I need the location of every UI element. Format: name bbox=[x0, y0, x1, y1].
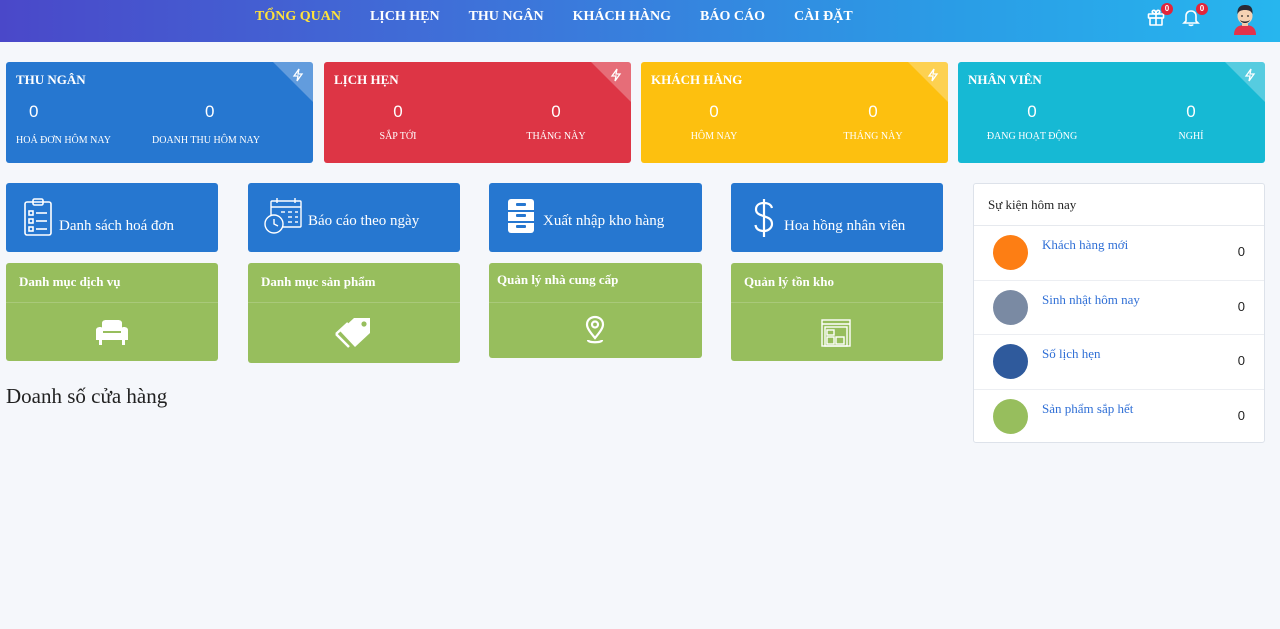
product-catalog-tile[interactable]: Danh mục sản phẩm bbox=[248, 263, 460, 363]
today-events-panel: Sự kiện hôm nay Khách hàng mới 0 Sinh nh… bbox=[973, 183, 1265, 443]
invoice-list-icon bbox=[24, 198, 52, 236]
notification-count-badge: 0 bbox=[1196, 3, 1208, 15]
bolt-icon bbox=[1244, 68, 1256, 82]
section-title-sales: Doanh số cửa hàng bbox=[6, 384, 168, 408]
stat-card-thu-ngan: THU NGÂN 0 HOÁ ĐƠN HÔM NAY 0 DOANH THU H… bbox=[6, 62, 313, 163]
event-count: 0 bbox=[1237, 353, 1245, 368]
event-count: 0 bbox=[1237, 244, 1245, 259]
event-row-appointments[interactable]: Số lịch hẹn 0 bbox=[974, 335, 1264, 390]
nav-item-lich-hen[interactable]: LỊCH HẸN bbox=[370, 9, 440, 25]
event-count: 0 bbox=[1237, 298, 1245, 314]
main-nav: TỔNG QUAN LỊCH HẸN THU NGÂN KHÁCH HÀNG B… bbox=[255, 0, 882, 34]
event-count: 0 bbox=[1237, 407, 1245, 423]
stat-value: 0 bbox=[29, 102, 39, 121]
events-panel-title: Sự kiện hôm nay bbox=[974, 184, 1264, 226]
warehouse-icon bbox=[821, 319, 851, 347]
user-avatar[interactable] bbox=[1231, 3, 1259, 35]
top-navbar: TỔNG QUAN LỊCH HẸN THU NGÂN KHÁCH HÀNG B… bbox=[0, 0, 1280, 42]
stat-value: 0 bbox=[551, 102, 561, 121]
stat-value: 0 bbox=[1027, 102, 1037, 121]
event-row-new-customers[interactable]: Khách hàng mới 0 bbox=[974, 226, 1264, 281]
shortcut-label: Báo cáo theo ngày bbox=[308, 213, 420, 229]
nav-item-khach-hang[interactable]: KHÁCH HÀNG bbox=[573, 9, 671, 25]
stat-value: 0 bbox=[205, 102, 215, 121]
stat-card-title: KHÁCH HÀNG bbox=[651, 72, 743, 87]
stat-label: ĐANG HOẠT ĐỘNG bbox=[986, 131, 1078, 142]
event-label: Sản phẩm sắp hết bbox=[1042, 400, 1134, 416]
event-row-low-stock[interactable]: Sản phẩm sắp hết 0 bbox=[974, 390, 1264, 445]
stat-card-khach-hang: KHÁCH HÀNG 0 HÔM NAY 0 THÁNG NÀY bbox=[641, 62, 948, 163]
map-pin-icon bbox=[585, 315, 605, 344]
cabinet-icon bbox=[508, 199, 534, 233]
event-row-birthdays[interactable]: Sinh nhật hôm nay 0 bbox=[974, 281, 1264, 335]
bolt-icon bbox=[610, 68, 622, 82]
stat-value: 0 bbox=[1186, 102, 1196, 121]
stat-label: HOÁ ĐƠN HÔM NAY bbox=[16, 135, 111, 146]
nav-item-thu-ngan[interactable]: THU NGÂN bbox=[469, 9, 544, 25]
avatar-icon bbox=[1234, 5, 1256, 35]
stat-label: THÁNG NÀY bbox=[526, 131, 586, 142]
inventory-io-button[interactable]: Xuất nhập kho hàng bbox=[489, 183, 702, 252]
gift-button[interactable]: 0 bbox=[1146, 3, 1173, 29]
service-catalog-tile[interactable]: Danh mục dịch vụ bbox=[6, 263, 218, 361]
calendar-clock-icon bbox=[264, 198, 302, 234]
sofa-icon bbox=[96, 320, 128, 345]
event-dot-orange bbox=[993, 235, 1028, 270]
tile-label: Danh mục dịch vụ bbox=[19, 274, 121, 289]
stat-value: 0 bbox=[393, 102, 403, 121]
stat-card-title: THU NGÂN bbox=[16, 72, 86, 87]
event-label: Sinh nhật hôm nay bbox=[1042, 291, 1140, 307]
shortcut-label: Hoa hồng nhân viên bbox=[784, 218, 906, 234]
stat-card-lich-hen: LỊCH HẸN 0 SẮP TỚI 0 THÁNG NÀY bbox=[324, 62, 631, 163]
stat-value: 0 bbox=[868, 102, 878, 121]
bolt-icon bbox=[927, 68, 939, 82]
stat-label: NGHỈ bbox=[1178, 131, 1204, 142]
stat-card-nhan-vien: NHÂN VIÊN 0 ĐANG HOẠT ĐỘNG 0 NGHỈ bbox=[958, 62, 1265, 163]
tile-label: Quản lý tồn kho bbox=[744, 274, 834, 289]
stat-value: 0 bbox=[709, 102, 719, 121]
bolt-icon bbox=[292, 68, 304, 82]
invoice-list-button[interactable]: Danh sách hoá đơn bbox=[6, 183, 218, 252]
event-label: Số lịch hẹn bbox=[1042, 346, 1101, 361]
staff-commission-button[interactable]: Hoa hồng nhân viên bbox=[731, 183, 943, 252]
stat-label: HÔM NAY bbox=[690, 131, 738, 142]
event-label: Khách hàng mới bbox=[1042, 237, 1129, 252]
supplier-management-tile[interactable]: Quản lý nhà cung cấp bbox=[489, 263, 702, 358]
dollar-icon bbox=[754, 199, 774, 237]
stat-label: SẮP TỚI bbox=[379, 131, 417, 142]
stat-card-title: LỊCH HẸN bbox=[334, 72, 399, 87]
notifications-button[interactable]: 0 bbox=[1181, 3, 1208, 29]
shortcut-label: Danh sách hoá đơn bbox=[59, 218, 174, 234]
event-dot-navy bbox=[993, 344, 1028, 379]
nav-item-tong-quan[interactable]: TỔNG QUAN bbox=[255, 9, 341, 25]
event-dot-green bbox=[993, 398, 1028, 434]
stat-label: DOANH THU HÔM NAY bbox=[152, 135, 261, 146]
tile-label: Quản lý nhà cung cấp bbox=[497, 272, 619, 287]
nav-item-bao-cao[interactable]: BÁO CÁO bbox=[700, 9, 765, 25]
tile-label: Danh mục sản phẩm bbox=[261, 274, 376, 289]
event-dot-gray bbox=[993, 289, 1028, 325]
stat-label: THÁNG NÀY bbox=[843, 131, 903, 142]
daily-report-button[interactable]: Báo cáo theo ngày bbox=[248, 183, 460, 252]
stat-card-title: NHÂN VIÊN bbox=[968, 72, 1042, 87]
gift-count-badge: 0 bbox=[1161, 3, 1173, 15]
nav-item-cai-dat[interactable]: CÀI ĐẶT bbox=[794, 9, 853, 25]
stock-management-tile[interactable]: Quản lý tồn kho bbox=[731, 263, 943, 361]
tags-icon bbox=[335, 318, 370, 348]
shortcut-label: Xuất nhập kho hàng bbox=[543, 213, 665, 229]
